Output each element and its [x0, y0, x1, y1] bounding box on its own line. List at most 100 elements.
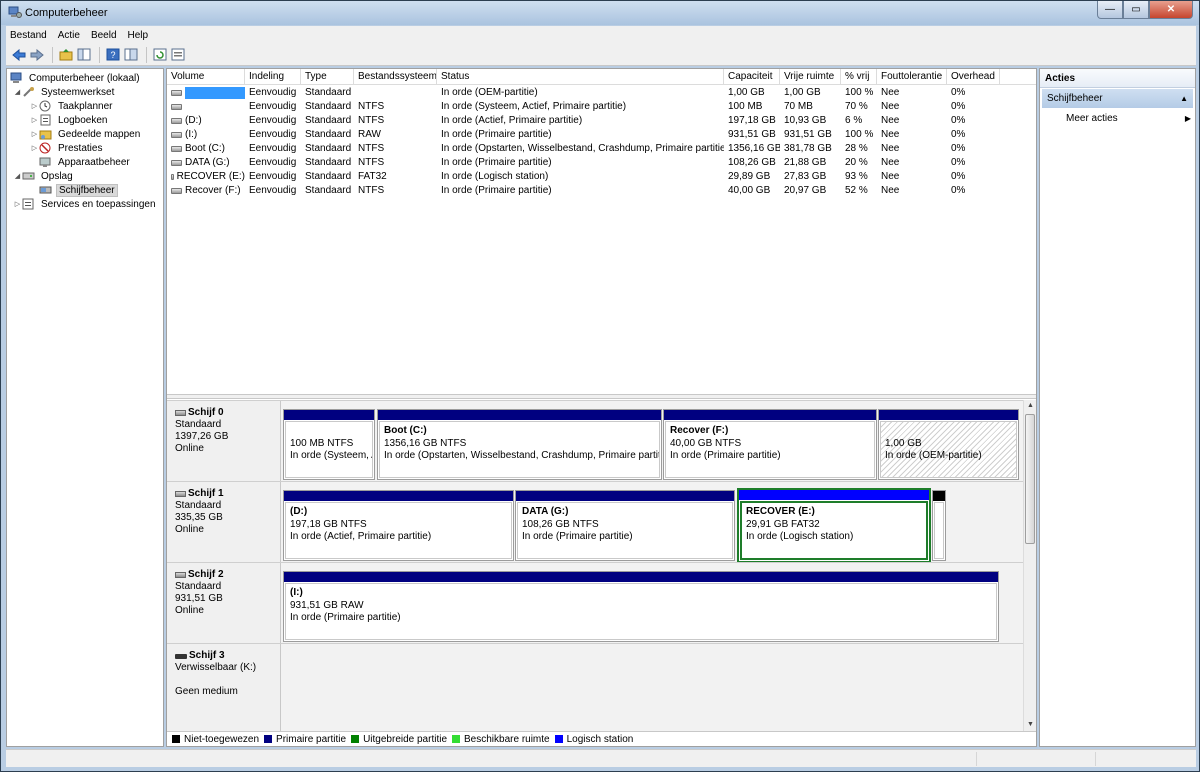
back-arrow-icon[interactable] [11, 47, 27, 63]
table-cell: Nee [881, 185, 900, 196]
column-status[interactable]: Status [437, 69, 724, 85]
column-fouttolerantie[interactable]: Fouttolerantie [877, 69, 947, 85]
column-vrije-ruimte[interactable]: Vrije ruimte [780, 69, 841, 85]
minimize-button[interactable]: — [1097, 1, 1123, 19]
column-overhead[interactable]: Overhead [947, 69, 1000, 85]
disk-row[interactable]: Schijf 3 Verwisselbaar (K:) Geen medium [167, 643, 1023, 731]
tree-item-systeemwerkset[interactable]: ◢ Systeemwerkset [13, 85, 116, 99]
expand-triangle-icon[interactable]: ▷ [30, 102, 39, 110]
show-tree-icon[interactable] [76, 47, 92, 63]
volume-table-row[interactable]: Eenvoudig Standaard In orde (OEM-partitie)… [167, 86, 1036, 100]
collapse-triangle-icon[interactable]: ◢ [13, 172, 22, 180]
disk-label[interactable]: Schijf 1 Standaard 335,35 GB Online [167, 482, 281, 562]
table-cell: Eenvoudig [249, 129, 297, 140]
partition-data-g[interactable]: DATA (G:) 108,26 GB NTFS In orde (Primaire… [515, 490, 735, 561]
expand-triangle-icon[interactable]: ▷ [30, 144, 39, 152]
table-cell: Eenvoudig [249, 87, 297, 98]
partition-system[interactable]: 100 MB NTFS In orde (Systeem, A [283, 409, 375, 480]
column-indeling[interactable]: Indeling [245, 69, 301, 85]
volume-table-row[interactable]: RECOVER (E:) Eenvoudig Standaard FAT32 In or… [167, 170, 1036, 184]
table-cell: Nee [881, 101, 900, 112]
storage-icon [22, 172, 35, 180]
collapse-triangle-icon[interactable]: ◢ [13, 88, 22, 96]
table-cell: Standaard [305, 171, 352, 182]
volume-table-row[interactable]: Boot (C:) Eenvoudig Standaard NTFS In orde (… [167, 142, 1036, 156]
tree-item-taakplanner[interactable]: ▷ Taakplanner [30, 99, 114, 113]
table-cell: 21,88 GB [784, 157, 827, 168]
column-capaciteit[interactable]: Capaciteit [724, 69, 780, 85]
tree-item-opslag[interactable]: ◢ Opslag [13, 169, 75, 183]
tree-item-computer-management[interactable]: Computerbeheer (lokaal) [10, 71, 142, 85]
volume-table-row[interactable]: Recover (F:) Eenvoudig Standaard NTFS In ord… [167, 184, 1036, 198]
help-icon[interactable]: ? [105, 47, 121, 63]
disk-label[interactable]: Schijf 3 Verwisselbaar (K:) Geen medium [167, 644, 281, 731]
disk-row[interactable]: Schijf 2 Standaard 931,51 GB Online (I:)… [167, 562, 1023, 643]
tree-item-apparaatbeheer[interactable]: Apparaatbeheer [39, 155, 132, 169]
volume-table-row[interactable]: (D:) Eenvoudig Standaard NTFS In orde (Actie… [167, 114, 1036, 128]
partition-recover-f[interactable]: Recover (F:) 40,00 GB NTFS In orde (Primai… [663, 409, 877, 480]
volume-table-row[interactable]: Eenvoudig Standaard NTFS In orde (Systeem, … [167, 100, 1036, 114]
menu-bestand[interactable]: Bestand [10, 30, 47, 41]
legend-item: Uitgebreide partitie [351, 734, 447, 745]
partition-unallocated[interactable] [932, 490, 946, 561]
vertical-scrollbar[interactable]: ▲ ▼ [1023, 400, 1036, 731]
scroll-down-icon[interactable]: ▼ [1024, 719, 1037, 731]
partition-color-bar [739, 490, 929, 500]
column-volume[interactable]: Volume [167, 69, 245, 85]
close-button[interactable]: ✕ [1149, 1, 1193, 19]
table-cell: In orde (Systeem, Actief, Primaire parti… [441, 101, 627, 112]
partition-i[interactable]: (I:) 931,51 GB RAW In orde (Primaire parti… [283, 571, 999, 642]
table-cell: 197,18 GB [728, 115, 776, 126]
table-cell: 931,51 GB [728, 129, 776, 140]
partition-d[interactable]: (D:) 197,18 GB NTFS In orde (Actief, Prima… [283, 490, 514, 561]
column-bestandssysteem[interactable]: Bestandssysteem [354, 69, 437, 85]
column-procent-vrij[interactable]: % vrij [841, 69, 877, 85]
up-folder-icon[interactable] [58, 47, 74, 63]
properties-icon[interactable] [123, 47, 139, 63]
actions-section-schijfbeheer[interactable]: Schijfbeheer ▲ [1042, 89, 1193, 108]
refresh-icon[interactable] [152, 47, 168, 63]
table-cell: 6 % [845, 115, 863, 126]
pane-splitter[interactable] [167, 394, 1036, 399]
partition-oem[interactable]: 1,00 GB In orde (OEM-partitie) [878, 409, 1019, 480]
menu-actie[interactable]: Actie [58, 30, 80, 41]
column-type[interactable]: Type [301, 69, 354, 85]
hard-disk-icon [175, 410, 186, 416]
table-cell: Standaard [305, 185, 352, 196]
disk-size: 335,35 GB [175, 512, 223, 523]
table-cell [167, 100, 245, 114]
volume-table-row[interactable]: DATA (G:) Eenvoudig Standaard NTFS In orde (… [167, 156, 1036, 170]
forward-arrow-icon[interactable] [29, 47, 45, 63]
export-icon[interactable] [170, 47, 186, 63]
tree-item-gedeelde-mappen[interactable]: ▷ Gedeelde mappen [30, 127, 142, 141]
volume-icon [171, 174, 174, 180]
menu-help[interactable]: Help [128, 30, 149, 41]
hard-disk-icon [175, 572, 186, 578]
disk-label[interactable]: Schijf 2 Standaard 931,51 GB Online [167, 563, 281, 643]
partition-recover-e[interactable]: RECOVER (E:) 29,91 GB FAT32 In orde (Logis… [737, 488, 931, 563]
tree-item-services[interactable]: ▷ Services en toepassingen [13, 197, 158, 211]
disk-state: Geen medium [175, 686, 238, 697]
maximize-button[interactable]: ▭ [1123, 1, 1149, 19]
tree-item-schijfbeheer[interactable]: Schijfbeheer [39, 183, 118, 197]
computer-management-window: Computerbeheer — ▭ ✕ Bestand Actie Beeld… [0, 0, 1200, 772]
partition-boot[interactable]: Boot (C:) 1356,16 GB NTFS In orde (Opstart… [377, 409, 662, 480]
selected-volume-highlight [185, 87, 245, 99]
more-actions-item[interactable]: Meer acties ▶ [1066, 111, 1191, 126]
expand-triangle-icon[interactable]: ▷ [30, 130, 39, 138]
scroll-thumb[interactable] [1025, 414, 1035, 544]
table-cell: NTFS [358, 115, 385, 126]
disk-row[interactable]: Schijf 0 Standaard 1397,26 GB Online 100… [167, 400, 1023, 481]
device-manager-icon [39, 157, 51, 167]
expand-triangle-icon[interactable]: ▷ [13, 200, 22, 208]
disk-row[interactable]: Schijf 1 Standaard 335,35 GB Online (D:)… [167, 481, 1023, 563]
expand-triangle-icon[interactable]: ▷ [30, 116, 39, 124]
volume-table-row[interactable]: (I:) Eenvoudig Standaard RAW In orde (Primai… [167, 128, 1036, 142]
tree-item-prestaties[interactable]: ▷ Prestaties [30, 141, 104, 155]
scroll-up-icon[interactable]: ▲ [1024, 400, 1037, 412]
disk-label[interactable]: Schijf 0 Standaard 1397,26 GB Online [167, 401, 281, 481]
collapse-caret-icon[interactable]: ▲ [1180, 89, 1188, 108]
clock-icon [39, 100, 51, 112]
tree-item-logboeken[interactable]: ▷ Logboeken [30, 113, 110, 127]
menu-beeld[interactable]: Beeld [91, 30, 117, 41]
